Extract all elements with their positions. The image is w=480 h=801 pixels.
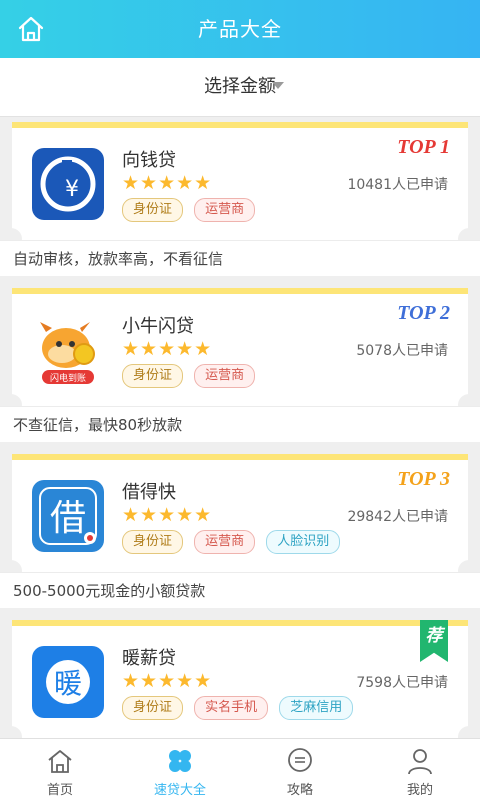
applied-count: 5078人已申请 [356,343,448,359]
tag: 运营商 [194,530,256,554]
tag: 身份证 [122,198,184,222]
product-card[interactable]: 借 借得快 ★★★★★ 29842人已申请 TOP 3 身份证 运营商 人脸识别 [0,454,480,582]
icon-glyph: 借 [50,498,86,539]
tab-loan-list[interactable]: 速贷大全 [120,739,240,801]
tab-label: 我的 [406,783,433,798]
product-description: 不查征信，最快80秒放款 [0,406,480,442]
svg-text:¥: ¥ [65,177,79,202]
rating-stars: ★★★★★ [122,338,213,360]
page-title: 产品大全 [198,17,282,41]
product-name: 向钱贷 [122,150,176,171]
chevron-down-icon [272,82,284,89]
product-card[interactable]: ¥ 向钱贷 ★★★★★ 10481人已申请 TOP 1 身份证 运营商 [0,122,480,250]
product-name: 借得快 [122,482,176,503]
rating-stars: ★★★★★ [122,670,213,692]
rating-stars: ★★★★★ [122,504,213,526]
rating-stars: ★★★★★ [122,172,213,194]
tag-list: 身份证 运营商 [122,364,261,388]
chat-icon [288,748,312,772]
card-notch [458,726,480,738]
product-list: ¥ 向钱贷 ★★★★★ 10481人已申请 TOP 1 身份证 运营商 自动审核… [0,116,480,738]
tab-mine[interactable]: 我的 [360,739,480,801]
product-name: 暖薪贷 [122,648,176,669]
applied-count: 7598人已申请 [356,675,448,691]
product-description: 自动审核，放款率高，不看征信 [0,240,480,276]
icon-caption: 闪电到账 [50,372,86,384]
icon-glyph: 暖 [54,667,82,700]
tab-guide[interactable]: 攻略 [240,739,360,801]
user-icon [408,749,432,775]
tag-list: 身份证 运营商 人脸识别 [122,530,346,554]
tag: 身份证 [122,696,184,720]
tag: 运营商 [194,364,256,388]
tab-label: 速贷大全 [153,783,206,798]
tab-label: 首页 [46,783,73,798]
tab-label: 攻略 [286,783,313,798]
product-card[interactable]: 暖 暖薪贷 ★★★★★ 7598人已申请 荐 身份证 实名手机 芝麻信用 [0,620,480,738]
applied-count: 29842人已申请 [347,509,448,525]
product-description: 500-5000元现金的小额贷款 [0,572,480,608]
amount-filter-label: 选择金额 [204,76,276,97]
nuanxindai-logo-icon: 暖 [32,646,104,718]
product-card[interactable]: 闪电到账 小牛闪贷 ★★★★★ 5078人已申请 TOP 2 身份证 运营商 [0,288,480,416]
amount-filter[interactable]: 选择金额 [0,58,480,117]
tab-home[interactable]: 首页 [0,739,120,801]
product-name: 小牛闪贷 [122,316,194,337]
xiangqiandai-logo-icon: ¥ [32,148,104,220]
recommend-badge: 荐 [420,620,448,662]
card-notch [0,726,22,738]
clover-icon [169,750,191,772]
rank-badge: TOP 1 [397,136,450,158]
applied-count: 10481人已申请 [347,177,448,193]
bottom-tab-bar: 首页 速贷大全 攻略 我的 [0,738,480,801]
tag-list: 身份证 运营商 [122,198,261,222]
tag-list: 身份证 实名手机 芝麻信用 [122,696,359,720]
tag: 芝麻信用 [279,696,354,720]
home-icon [48,750,72,773]
rank-badge: TOP 2 [397,302,450,324]
tag: 运营商 [194,198,256,222]
rank-badge: TOP 3 [397,468,450,490]
tag: 身份证 [122,530,184,554]
xiaoniu-mascot-icon: 闪电到账 [32,314,104,386]
jiedekuai-logo-icon: 借 [32,480,104,552]
tag: 实名手机 [194,696,269,720]
app-header: 产品大全 [0,0,480,58]
tag: 身份证 [122,364,184,388]
tag: 人脸识别 [266,530,341,554]
